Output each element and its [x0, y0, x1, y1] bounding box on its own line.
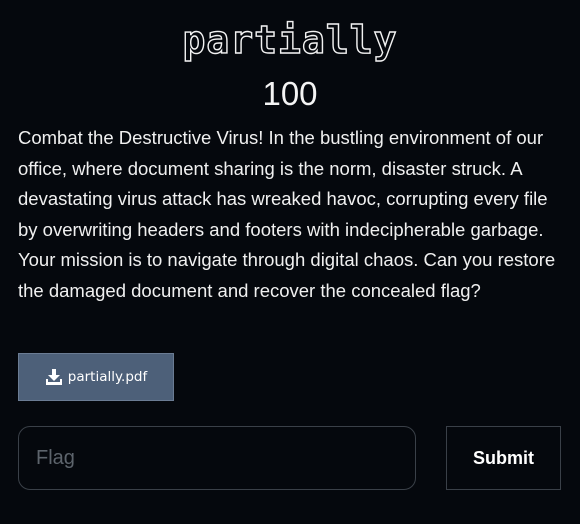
- download-attachment-button[interactable]: partially.pdf: [18, 353, 174, 401]
- challenge-title: partially: [182, 17, 398, 62]
- challenge-points: 100: [262, 75, 318, 112]
- submit-button[interactable]: Submit: [446, 426, 561, 490]
- download-icon: [45, 368, 63, 386]
- attachment-filename: partially.pdf: [67, 369, 148, 385]
- flag-input[interactable]: [18, 426, 416, 490]
- challenge-description: Combat the Destructive Virus! In the bus…: [18, 127, 556, 301]
